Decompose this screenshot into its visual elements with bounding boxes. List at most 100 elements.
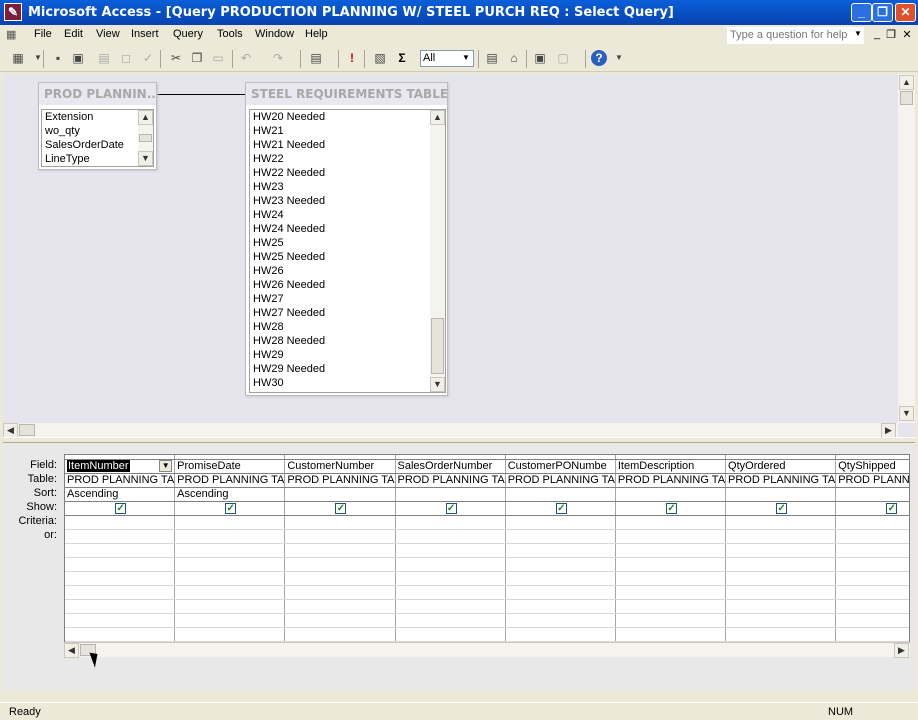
grid-cell[interactable] <box>835 599 909 614</box>
print-preview-icon[interactable]: ◻ <box>118 50 134 66</box>
show-checkbox[interactable]: ✓ <box>665 502 677 514</box>
mdi-minimize-button[interactable]: _ <box>870 28 884 40</box>
query-design-grid[interactable]: ItemNumber ▼ PromiseDate CustomerNumber Sale… <box>64 454 910 654</box>
grid-cell[interactable] <box>725 557 837 572</box>
grid-cell[interactable]: QtyShipped <box>835 459 909 474</box>
scroll-left-icon[interactable]: ◀ <box>64 643 79 658</box>
grid-cell[interactable] <box>615 613 727 628</box>
grid-cell[interactable]: PROD PLANNING TA <box>725 473 837 488</box>
grid-cell[interactable] <box>505 557 616 572</box>
steel-field-list-scrollbar[interactable]: ▲ ▼ <box>430 110 445 392</box>
grid-cell[interactable] <box>284 515 396 530</box>
save-icon[interactable]: ▪ <box>50 50 66 66</box>
field-list-item[interactable]: HW23 Needed <box>250 194 445 208</box>
steel-requirements-field-list[interactable]: STEEL REQUIREMENTS TABLE HW20 Needed HW21… <box>245 82 448 396</box>
field-list-item[interactable]: HW27 <box>250 292 445 306</box>
prod-field-list-scrollbar[interactable]: ▲ ▼ <box>138 110 153 166</box>
grid-cell[interactable] <box>284 557 396 572</box>
properties-icon[interactable]: ▤ <box>484 50 500 66</box>
grid-cell[interactable]: ✓ <box>284 501 396 516</box>
minimize-button[interactable]: _ <box>851 3 872 22</box>
grid-cell[interactable]: ✓ <box>725 501 837 516</box>
scroll-down-icon[interactable]: ▼ <box>899 406 914 421</box>
grid-cell[interactable] <box>65 543 176 558</box>
grid-cell[interactable] <box>395 599 506 614</box>
show-checkbox[interactable]: ✓ <box>225 502 237 514</box>
scroll-thumb[interactable] <box>431 318 444 374</box>
show-checkbox[interactable]: ✓ <box>776 502 788 514</box>
grid-cell[interactable] <box>725 613 837 628</box>
prod-field-list-title[interactable]: PROD PLANNIN... <box>39 83 156 105</box>
grid-cell[interactable] <box>835 515 909 530</box>
grid-cell[interactable] <box>284 613 396 628</box>
grid-cell[interactable] <box>505 613 616 628</box>
grid-cell[interactable] <box>65 585 176 600</box>
grid-cell[interactable] <box>174 557 286 572</box>
grid-cell[interactable] <box>725 529 837 544</box>
grid-cell[interactable] <box>725 515 837 530</box>
grid-cell[interactable] <box>395 487 506 502</box>
grid-cell[interactable] <box>725 627 837 642</box>
grid-cell[interactable] <box>65 515 176 530</box>
grid-cell[interactable] <box>174 543 286 558</box>
grid-cell[interactable] <box>284 627 396 642</box>
grid-cell[interactable]: Ascending <box>65 487 176 502</box>
grid-cell[interactable] <box>395 571 506 586</box>
grid-cell[interactable]: ✓ <box>395 501 506 516</box>
grid-cell[interactable]: ✓ <box>65 501 176 516</box>
totals-sigma-icon[interactable]: Σ <box>394 50 410 66</box>
help-question-input[interactable]: Type a question for help <box>727 27 864 44</box>
mdi-restore-button[interactable]: ❐ <box>884 28 898 41</box>
grid-cell[interactable] <box>395 557 506 572</box>
field-list-item[interactable]: HW26 Needed <box>250 278 445 292</box>
grid-cell[interactable]: PROD PLANNING TA <box>615 473 727 488</box>
grid-cell[interactable]: PROD PLANNING TA <box>174 473 286 488</box>
grid-cell[interactable] <box>174 529 286 544</box>
field-list-item[interactable]: SalesOrderDate <box>42 138 153 152</box>
scroll-up-icon[interactable]: ▲ <box>430 110 445 125</box>
paste-icon[interactable]: ▭ <box>210 50 226 66</box>
grid-cell[interactable]: Ascending <box>174 487 286 502</box>
grid-cell[interactable]: CustomerNumber <box>284 459 396 474</box>
menu-tools[interactable]: Tools <box>217 28 243 40</box>
file-search-icon[interactable]: ▣ <box>70 50 86 66</box>
close-button[interactable]: ✕ <box>895 3 916 22</box>
grid-cell[interactable] <box>505 487 616 502</box>
grid-cell[interactable]: PROD PLANNING TA <box>835 473 909 488</box>
query-window-icon[interactable]: ▦ <box>6 28 26 43</box>
help-dropdown-arrow-icon[interactable]: ▼ <box>854 29 862 38</box>
toolbar-options-icon[interactable]: ▼ <box>611 50 627 66</box>
show-checkbox[interactable]: ✓ <box>886 502 898 514</box>
copy-icon[interactable]: ❐ <box>189 50 205 66</box>
grid-cell[interactable]: PromiseDate <box>174 459 286 474</box>
grid-cell[interactable] <box>835 557 909 572</box>
grid-cell[interactable] <box>505 627 616 642</box>
scroll-up-icon[interactable]: ▲ <box>138 110 153 125</box>
undo-icon[interactable]: ↶ <box>238 50 254 66</box>
redo-icon[interactable]: ↷ <box>270 50 286 66</box>
spelling-icon[interactable]: ✓ <box>140 50 156 66</box>
field-list-item[interactable]: HW28 Needed <box>250 334 445 348</box>
scroll-down-icon[interactable]: ▼ <box>430 377 445 392</box>
query-type-icon[interactable]: ▤ <box>308 50 324 66</box>
restore-button[interactable]: ❐ <box>872 3 893 22</box>
grid-cell[interactable] <box>615 557 727 572</box>
show-table-icon[interactable]: ▧ <box>372 50 388 66</box>
pane-splitter[interactable] <box>3 437 915 443</box>
grid-cell[interactable] <box>615 627 727 642</box>
show-checkbox[interactable]: ✓ <box>335 502 347 514</box>
grid-cell[interactable] <box>725 487 837 502</box>
view-icon[interactable]: ▦ <box>10 50 26 66</box>
grid-cell[interactable] <box>395 585 506 600</box>
field-list-item[interactable]: HW29 <box>250 348 445 362</box>
grid-cell[interactable] <box>65 529 176 544</box>
grid-cell[interactable] <box>725 599 837 614</box>
field-list-item[interactable]: HW20 Needed <box>250 110 445 124</box>
grid-cell[interactable] <box>395 627 506 642</box>
run-icon[interactable]: ! <box>344 50 360 66</box>
menu-query[interactable]: Query <box>173 28 203 40</box>
grid-cell[interactable] <box>284 571 396 586</box>
grid-cell[interactable] <box>65 627 176 642</box>
access-app-icon[interactable]: ✎ <box>4 3 22 21</box>
grid-cell[interactable] <box>65 571 176 586</box>
